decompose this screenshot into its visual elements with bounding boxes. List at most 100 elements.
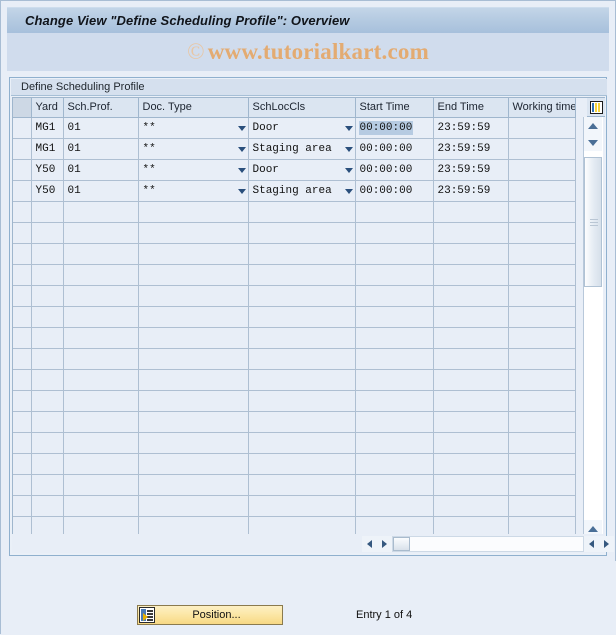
row-selector[interactable]: [13, 390, 32, 412]
cell-empty[interactable]: [31, 201, 64, 223]
cell-empty[interactable]: [508, 390, 576, 412]
cell-end-time[interactable]: 23:59:59: [433, 138, 509, 160]
cell-empty[interactable]: [433, 474, 509, 496]
cell-doctype[interactable]: **: [138, 138, 249, 160]
vertical-page-buttons[interactable]: [584, 520, 602, 534]
cell-start-time[interactable]: 00:00:00: [355, 117, 434, 139]
cell-empty[interactable]: [508, 243, 576, 265]
vertical-scroll-thumb[interactable]: [584, 157, 602, 287]
cell-start-time[interactable]: 00:00:00: [355, 180, 434, 202]
cell-empty[interactable]: [31, 327, 64, 349]
cell-empty[interactable]: [433, 348, 509, 370]
cell-schprof[interactable]: 01: [63, 117, 139, 139]
cell-empty[interactable]: [508, 369, 576, 391]
table-row[interactable]: MG1 01 ** Staging area 00:00:00 23:59:59: [13, 138, 576, 160]
horizontal-scroll-track[interactable]: [392, 535, 584, 552]
cell-empty[interactable]: [63, 474, 139, 496]
cell-empty[interactable]: [31, 369, 64, 391]
cell-empty[interactable]: [248, 306, 356, 328]
cell-empty[interactable]: [433, 411, 509, 433]
table-row-empty[interactable]: [13, 474, 576, 496]
cell-empty[interactable]: [248, 264, 356, 286]
cell-schprof[interactable]: 01: [63, 180, 139, 202]
table-row-empty[interactable]: [13, 306, 576, 328]
cell-empty[interactable]: [355, 516, 434, 534]
cell-empty[interactable]: [31, 516, 64, 534]
cell-empty[interactable]: [138, 222, 249, 244]
scroll-up-button[interactable]: [584, 117, 602, 134]
cell-empty[interactable]: [355, 327, 434, 349]
cell-working-time[interactable]: [508, 138, 576, 160]
cell-empty[interactable]: [508, 474, 576, 496]
cell-empty[interactable]: [355, 201, 434, 223]
chevron-down-icon[interactable]: [344, 188, 353, 194]
cell-empty[interactable]: [63, 495, 139, 517]
row-selector[interactable]: [13, 306, 32, 328]
cell-empty[interactable]: [355, 432, 434, 454]
cell-schloccls[interactable]: Door: [248, 159, 356, 181]
cell-empty[interactable]: [508, 495, 576, 517]
row-selector[interactable]: [13, 243, 32, 265]
table-row[interactable]: Y50 01 ** Staging area 00:00:00 23:59:59: [13, 180, 576, 202]
cell-empty[interactable]: [433, 243, 509, 265]
chevron-down-icon[interactable]: [237, 146, 246, 152]
cell-doctype[interactable]: **: [138, 117, 249, 139]
table-row-empty[interactable]: [13, 369, 576, 391]
cell-empty[interactable]: [355, 306, 434, 328]
column-header-end-time[interactable]: End Time: [433, 98, 509, 118]
table-row-empty[interactable]: [13, 285, 576, 307]
column-header-yard[interactable]: Yard: [31, 98, 64, 118]
chevron-down-icon[interactable]: [237, 125, 246, 131]
cell-empty[interactable]: [138, 285, 249, 307]
cell-empty[interactable]: [355, 264, 434, 286]
cell-empty[interactable]: [433, 432, 509, 454]
cell-empty[interactable]: [248, 348, 356, 370]
cell-empty[interactable]: [138, 390, 249, 412]
cell-empty[interactable]: [31, 222, 64, 244]
table-row-empty[interactable]: [13, 411, 576, 433]
cell-schprof[interactable]: 01: [63, 159, 139, 181]
hscroll-left-button[interactable]: [362, 535, 377, 552]
cell-empty[interactable]: [355, 369, 434, 391]
hscroll-page-left-button[interactable]: [584, 535, 599, 552]
cell-empty[interactable]: [63, 306, 139, 328]
cell-empty[interactable]: [63, 348, 139, 370]
cell-empty[interactable]: [63, 453, 139, 475]
cell-empty[interactable]: [248, 222, 356, 244]
cell-empty[interactable]: [248, 285, 356, 307]
cell-empty[interactable]: [63, 390, 139, 412]
cell-empty[interactable]: [31, 495, 64, 517]
cell-empty[interactable]: [508, 264, 576, 286]
row-selector[interactable]: [13, 327, 32, 349]
cell-empty[interactable]: [31, 285, 64, 307]
cell-end-time[interactable]: 23:59:59: [433, 180, 509, 202]
cell-empty[interactable]: [248, 411, 356, 433]
cell-empty[interactable]: [355, 411, 434, 433]
cell-start-time[interactable]: 00:00:00: [355, 159, 434, 181]
row-selector[interactable]: [13, 411, 32, 433]
chevron-down-icon[interactable]: [344, 125, 353, 131]
cell-empty[interactable]: [508, 306, 576, 328]
cell-start-time[interactable]: 00:00:00: [355, 138, 434, 160]
cell-empty[interactable]: [248, 453, 356, 475]
column-header-schprof[interactable]: Sch.Prof.: [63, 98, 139, 118]
cell-empty[interactable]: [355, 243, 434, 265]
page-up-button[interactable]: [584, 520, 602, 534]
cell-empty[interactable]: [31, 453, 64, 475]
cell-doctype[interactable]: **: [138, 159, 249, 181]
row-selector[interactable]: [13, 495, 32, 517]
cell-empty[interactable]: [31, 348, 64, 370]
table-row-empty[interactable]: [13, 264, 576, 286]
cell-empty[interactable]: [138, 495, 249, 517]
cell-empty[interactable]: [508, 348, 576, 370]
cell-yard[interactable]: MG1: [31, 138, 64, 160]
cell-empty[interactable]: [355, 453, 434, 475]
cell-yard[interactable]: Y50: [31, 159, 64, 181]
row-selector[interactable]: [13, 453, 32, 475]
scroll-down-button[interactable]: [584, 134, 602, 151]
cell-empty[interactable]: [433, 285, 509, 307]
cell-empty[interactable]: [138, 306, 249, 328]
cell-empty[interactable]: [355, 474, 434, 496]
cell-working-time[interactable]: [508, 117, 576, 139]
row-selector[interactable]: [13, 432, 32, 454]
